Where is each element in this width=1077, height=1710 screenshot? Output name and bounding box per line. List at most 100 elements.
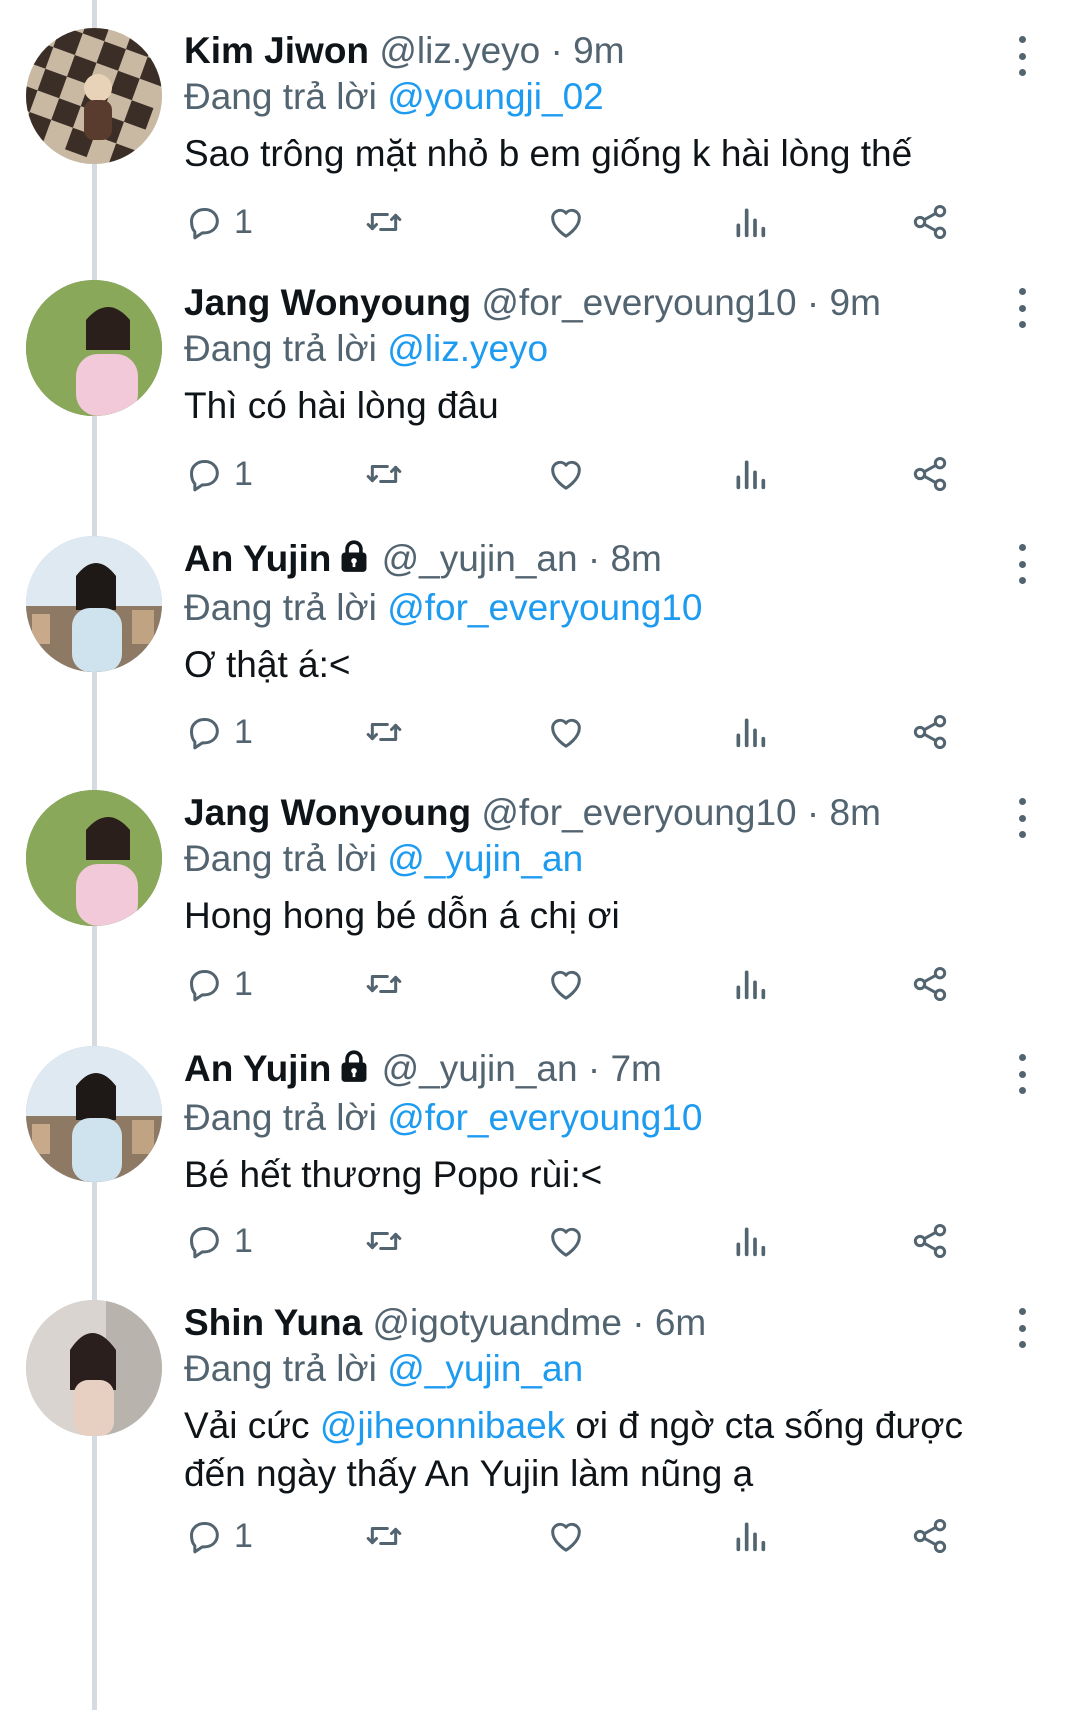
- replying-to-mention[interactable]: @for_everyoung10: [387, 1097, 702, 1138]
- timestamp[interactable]: 9m: [830, 282, 881, 323]
- user-handle[interactable]: @_yujin_an: [382, 1048, 578, 1089]
- tweet-text: Sao trông mặt nhỏ b em giống k hài lòng …: [184, 130, 1024, 178]
- more-options-icon[interactable]: [1007, 1308, 1037, 1348]
- like-button[interactable]: [546, 1219, 586, 1263]
- user-handle[interactable]: @liz.yeyo: [379, 30, 540, 71]
- reply-count: 1: [234, 964, 253, 1003]
- avatar[interactable]: [26, 536, 162, 672]
- timestamp[interactable]: 8m: [830, 792, 881, 833]
- reply-count: 1: [234, 454, 253, 493]
- more-options-icon[interactable]: [1007, 36, 1037, 76]
- views-button[interactable]: [730, 200, 770, 244]
- timestamp[interactable]: 6m: [655, 1302, 706, 1343]
- replying-to-mention[interactable]: @youngji_02: [387, 76, 604, 117]
- timestamp[interactable]: 7m: [610, 1048, 661, 1089]
- reply-button[interactable]: 1: [184, 200, 253, 244]
- more-options-icon[interactable]: [1007, 1054, 1037, 1094]
- share-button[interactable]: [910, 710, 950, 754]
- like-button[interactable]: [546, 200, 586, 244]
- views-button[interactable]: [730, 962, 770, 1006]
- user-handle[interactable]: @for_everyoung10: [481, 282, 796, 323]
- mention-link[interactable]: @jiheonnibaek: [320, 1405, 565, 1446]
- like-button[interactable]: [546, 1514, 586, 1558]
- avatar[interactable]: [26, 790, 162, 926]
- reply-button[interactable]: 1: [184, 710, 253, 754]
- replying-to: Đang trả lời @liz.yeyo: [184, 326, 1024, 372]
- retweet-button[interactable]: [364, 1219, 404, 1263]
- heart-icon: [546, 454, 586, 494]
- retweet-icon: [364, 202, 404, 242]
- reply-button[interactable]: 1: [184, 1219, 253, 1263]
- tweet-text-segment: Hong hong bé dỗn á chị ơi: [184, 895, 620, 936]
- share-icon: [910, 964, 950, 1004]
- share-button[interactable]: [910, 1514, 950, 1558]
- retweet-button[interactable]: [364, 1514, 404, 1558]
- avatar[interactable]: [26, 1046, 162, 1182]
- share-icon: [910, 202, 950, 242]
- timestamp[interactable]: 9m: [573, 30, 624, 71]
- retweet-icon: [364, 1221, 404, 1261]
- display-name[interactable]: An Yujin: [184, 1048, 331, 1089]
- more-options-icon[interactable]: [1007, 544, 1037, 584]
- views-button[interactable]: [730, 452, 770, 496]
- user-handle[interactable]: @igotyuandme: [372, 1302, 621, 1343]
- views-button[interactable]: [730, 1219, 770, 1263]
- retweet-button[interactable]: [364, 962, 404, 1006]
- replying-to-mention[interactable]: @_yujin_an: [387, 838, 583, 879]
- replying-to-label: Đang trả lời: [184, 1348, 377, 1389]
- separator-dot: ·: [587, 1048, 601, 1089]
- retweet-button[interactable]: [364, 710, 404, 754]
- replying-to-label: Đang trả lời: [184, 838, 377, 879]
- replying-to: Đang trả lời @youngji_02: [184, 74, 1024, 120]
- retweet-icon: [364, 964, 404, 1004]
- user-handle[interactable]: @_yujin_an: [382, 538, 578, 579]
- avatar[interactable]: [26, 1300, 162, 1436]
- display-name[interactable]: Shin Yuna: [184, 1302, 362, 1343]
- tweet-actions: 1: [184, 200, 1024, 244]
- tweet-text-segment: Bé hết thương Popo rùi:<: [184, 1154, 603, 1195]
- replying-to-mention[interactable]: @liz.yeyo: [387, 328, 548, 369]
- tweet-text-segment: Sao trông mặt nhỏ b em giống k hài lòng …: [184, 133, 913, 174]
- share-button[interactable]: [910, 452, 950, 496]
- retweet-button[interactable]: [364, 200, 404, 244]
- display-name[interactable]: An Yujin: [184, 538, 331, 579]
- views-button[interactable]: [730, 1514, 770, 1558]
- more-options-icon[interactable]: [1007, 288, 1037, 328]
- retweet-button[interactable]: [364, 452, 404, 496]
- views-button[interactable]: [730, 710, 770, 754]
- reply-count: 1: [234, 712, 253, 751]
- share-button[interactable]: [910, 962, 950, 1006]
- avatar[interactable]: [26, 280, 162, 416]
- tweet-header: Jang Wonyoung @for_everyoung10 · 9m: [184, 280, 1024, 326]
- replying-to-mention[interactable]: @for_everyoung10: [387, 587, 702, 628]
- replying-to-mention[interactable]: @_yujin_an: [387, 1348, 583, 1389]
- reply-button[interactable]: 1: [184, 1514, 253, 1558]
- share-button[interactable]: [910, 200, 950, 244]
- replying-to: Đang trả lời @for_everyoung10: [184, 1095, 1024, 1141]
- heart-icon: [546, 712, 586, 752]
- display-name[interactable]: Jang Wonyoung: [184, 792, 471, 833]
- user-handle[interactable]: @for_everyoung10: [481, 792, 796, 833]
- reply-icon: [184, 1221, 224, 1261]
- like-button[interactable]: [546, 452, 586, 496]
- tweet-text: Ơ thật á:<: [184, 641, 1024, 689]
- reply-count: 1: [234, 202, 253, 241]
- tweet-actions: 1: [184, 1219, 1024, 1263]
- tweet-actions: 1: [184, 710, 1024, 754]
- heart-icon: [546, 1516, 586, 1556]
- separator-dot: ·: [806, 792, 820, 833]
- share-button[interactable]: [910, 1219, 950, 1263]
- reply-icon: [184, 202, 224, 242]
- like-button[interactable]: [546, 962, 586, 1006]
- more-options-icon[interactable]: [1007, 798, 1037, 838]
- like-button[interactable]: [546, 710, 586, 754]
- timestamp[interactable]: 8m: [610, 538, 661, 579]
- reply-button[interactable]: 1: [184, 962, 253, 1006]
- reply-button[interactable]: 1: [184, 452, 253, 496]
- tweet-text: Bé hết thương Popo rùi:<: [184, 1151, 1024, 1199]
- display-name[interactable]: Jang Wonyoung: [184, 282, 471, 323]
- separator-dot: ·: [550, 30, 563, 71]
- avatar[interactable]: [26, 28, 162, 164]
- display-name[interactable]: Kim Jiwon: [184, 30, 369, 71]
- tweet-text: Thì có hài lòng đâu: [184, 382, 1024, 430]
